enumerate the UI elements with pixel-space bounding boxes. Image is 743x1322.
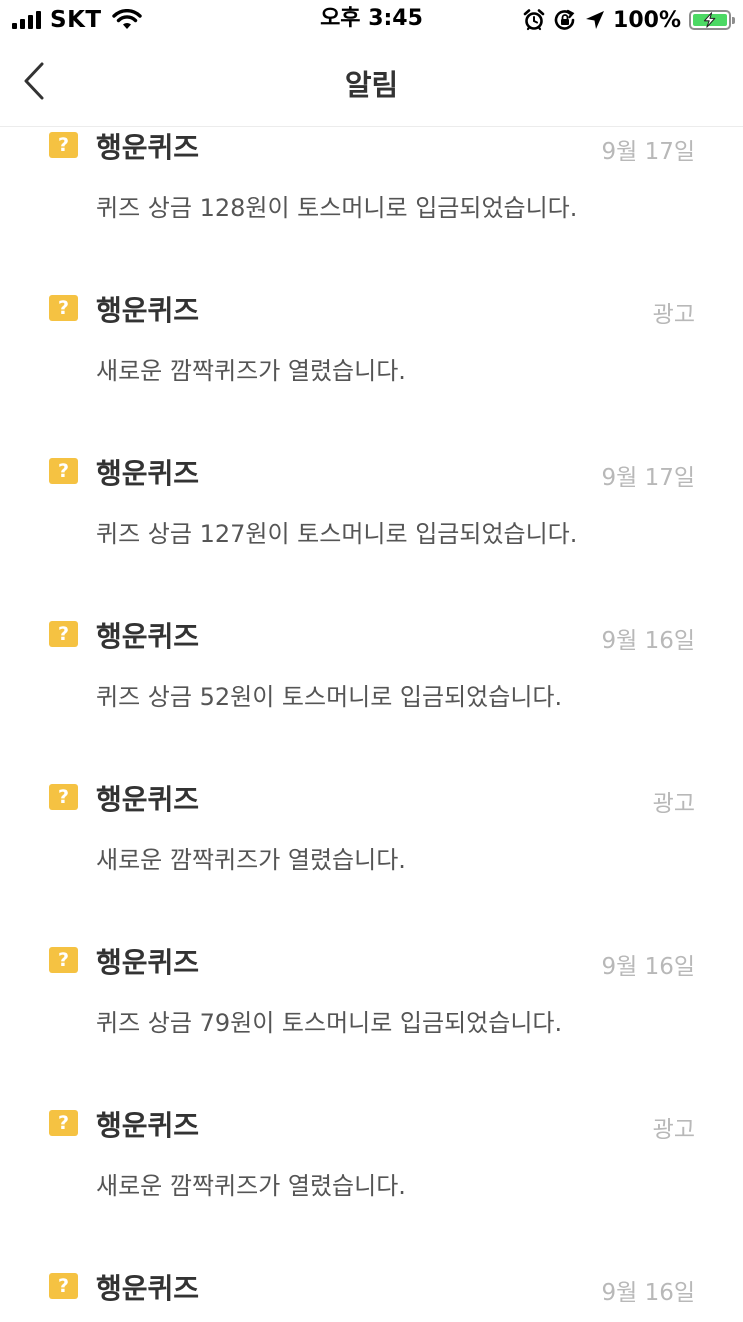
battery-charging-icon [689,10,735,30]
notification-item[interactable]: ? 행운퀴즈 광고 새로운 깜짝퀴즈가 열렸습니다. [0,652,743,874]
question-badge-icon: ? [49,132,78,158]
notification-list[interactable]: ? 행운퀴즈 9월 17일 퀴즈 상금 128원이 토스머니로 입금되었습니다.… [0,127,743,1322]
question-badge-icon: ? [49,621,78,647]
location-arrow-icon [586,11,605,29]
question-badge-icon: ? [49,784,78,810]
notification-date: 9월 17일 [601,139,695,165]
notification-sender: 행운퀴즈 [96,1109,200,1142]
notification-item[interactable]: ? 행운퀴즈 9월 16일 퀴즈 상금 79원이 토스머니로 입금되었습니다. [0,815,743,1037]
question-badge-icon: ? [49,295,78,321]
page-title: 알림 [344,68,399,102]
question-badge-icon: ? [49,458,78,484]
notification-item[interactable]: ? 행운퀴즈 광고 새로운 깜짝퀴즈가 열렸습니다. [0,978,743,1200]
ad-label: 광고 [652,302,695,328]
notification-sender: 행운퀴즈 [96,946,200,979]
notification-item[interactable]: ? 행운퀴즈 9월 16일 [0,1141,743,1306]
alarm-icon [523,9,545,31]
notification-item[interactable]: ? 행운퀴즈 광고 새로운 깜짝퀴즈가 열렸습니다. [0,163,743,385]
notification-date: 9월 16일 [601,954,695,980]
status-bar: SKT 오후 3:45 100% [0,0,743,40]
notification-date: 9월 17일 [601,465,695,491]
question-badge-icon: ? [49,1110,78,1136]
notification-sender: 행운퀴즈 [96,131,200,164]
notification-sender: 행운퀴즈 [96,620,200,653]
status-right: 100% [523,6,735,34]
question-badge-icon: ? [49,1273,78,1299]
notification-date: 9월 16일 [601,1280,695,1306]
notification-item[interactable]: ? 행운퀴즈 9월 17일 퀴즈 상금 128원이 토스머니로 입금되었습니다. [0,127,743,222]
navigation-bar: 알림 [0,40,743,127]
question-badge-icon: ? [49,947,78,973]
notification-sender: 행운퀴즈 [96,783,200,816]
notification-sender: 행운퀴즈 [96,294,200,327]
notification-item[interactable]: ? 행운퀴즈 9월 16일 퀴즈 상금 52원이 토스머니로 입금되었습니다. [0,489,743,711]
notification-sender: 행운퀴즈 [96,457,200,490]
notification-item[interactable]: ? 행운퀴즈 9월 17일 퀴즈 상금 127원이 토스머니로 입금되었습니다. [0,326,743,548]
ad-label: 광고 [652,1117,695,1143]
notification-sender: 행운퀴즈 [96,1272,200,1305]
notification-date: 9월 16일 [601,628,695,654]
battery-percent: 100% [613,7,681,33]
orientation-lock-icon [554,9,575,30]
ad-label: 광고 [652,791,695,817]
